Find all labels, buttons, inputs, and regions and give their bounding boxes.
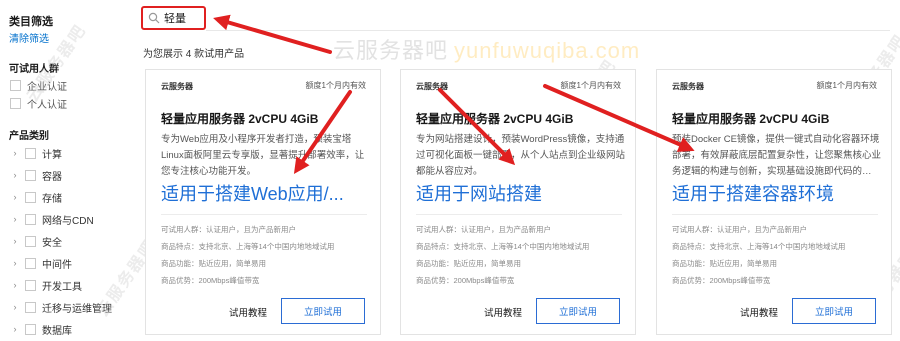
category-database[interactable]: › 数据库 [10, 322, 72, 337]
checkbox[interactable] [10, 79, 21, 91]
checkbox[interactable] [25, 213, 36, 225]
card-info-line: 可试用人群：认证用户，且为产品新用户 [416, 225, 551, 234]
filter-personal-auth[interactable]: 个人认证 [10, 96, 67, 111]
result-count: 为您展示 4 款试用产品 [143, 49, 245, 60]
category-label: 容器 [42, 171, 62, 183]
search-underline [206, 30, 890, 31]
card-description: 专为Web应用及小程序开发者打造，预装宝塔Linux面板阿里云专享版，显著提升部… [161, 134, 365, 177]
card-info-line: 商品特点：支持北京、上海等14个中国内地地域试用 [161, 242, 335, 251]
trial-tutorial-link[interactable]: 试用教程 [740, 305, 778, 319]
card-quota: 额度1个月内有效 [816, 81, 877, 90]
card-title: 轻量应用服务器 2vCPU 4GiB [161, 112, 319, 126]
checkbox[interactable] [25, 235, 36, 247]
divider [416, 214, 622, 215]
category-label: 存储 [42, 193, 62, 205]
category-security[interactable]: › 安全 [10, 234, 62, 249]
card-info-line: 可试用人群：认证用户，且为产品新用户 [672, 225, 807, 234]
trial-now-button[interactable]: 立即试用 [536, 298, 620, 324]
card-info-line: 商品优势：200Mbps峰值带宽 [672, 276, 771, 285]
category-storage[interactable]: › 存储 [10, 190, 62, 205]
card-info-line: 商品功能：贴近应用，简单易用 [672, 259, 777, 268]
clear-filters-link[interactable]: 清除筛选 [9, 30, 49, 45]
checkbox-label: 个人认证 [27, 99, 67, 111]
category-dev-tools[interactable]: › 开发工具 [10, 278, 82, 293]
chevron-right-icon[interactable]: › [10, 148, 20, 158]
category-label: 数据库 [42, 325, 72, 337]
chevron-right-icon[interactable]: › [10, 324, 20, 334]
divider [161, 214, 367, 215]
search-value: 轻量 [164, 13, 186, 25]
sidebar-title: 类目筛选 [9, 16, 53, 28]
checkbox[interactable] [25, 191, 36, 203]
category-compute[interactable]: › 计算 [10, 146, 62, 161]
product-card[interactable]: 云服务器 额度1个月内有效 轻量应用服务器 2vCPU 4GiB 专为Web应用… [145, 69, 381, 335]
checkbox[interactable] [25, 169, 36, 181]
product-card[interactable]: 云服务器 额度1个月内有效 轻量应用服务器 2vCPU 4GiB 预装Docke… [656, 69, 892, 335]
category-section-title: 产品类别 [9, 131, 49, 142]
checkbox-label: 企业认证 [27, 81, 67, 93]
checkbox[interactable] [10, 97, 21, 109]
category-label: 计算 [42, 149, 62, 161]
chevron-right-icon[interactable]: › [10, 258, 20, 268]
card-quota: 额度1个月内有效 [305, 81, 366, 90]
category-migration-ops[interactable]: › 迁移与运维管理 [10, 300, 112, 315]
category-label: 网络与CDN [42, 215, 94, 227]
category-middleware[interactable]: › 中间件 [10, 256, 72, 271]
category-label: 迁移与运维管理 [42, 303, 112, 315]
category-container[interactable]: › 容器 [10, 168, 62, 183]
trial-tutorial-link[interactable]: 试用教程 [229, 305, 267, 319]
card-highlight: 适用于网站搭建 [416, 184, 542, 204]
card-info-line: 商品特点：支持北京、上海等14个中国内地地域试用 [416, 242, 590, 251]
card-info-line: 可试用人群：认证用户，且为产品新用户 [161, 225, 296, 234]
category-label: 开发工具 [42, 281, 82, 293]
card-info-line: 商品优势：200Mbps峰值带宽 [416, 276, 515, 285]
chevron-right-icon[interactable]: › [10, 280, 20, 290]
trial-now-button[interactable]: 立即试用 [281, 298, 365, 324]
card-info-line: 商品功能：贴近应用，简单易用 [416, 259, 521, 268]
card-category: 云服务器 [672, 82, 704, 91]
filter-enterprise-auth[interactable]: 企业认证 [10, 78, 67, 93]
chevron-right-icon[interactable]: › [10, 236, 20, 246]
watermark-url: yunfuwuqiba.com [454, 38, 641, 63]
card-info-line: 商品功能：贴近应用，简单易用 [161, 259, 266, 268]
card-description: 专为网站搭建设计，预装WordPress镜像，支持通过可视化面板一键部署，从个人… [416, 134, 626, 177]
search-icon [148, 12, 160, 24]
category-label: 中间件 [42, 259, 72, 271]
card-quota: 额度1个月内有效 [560, 81, 621, 90]
trial-now-button[interactable]: 立即试用 [792, 298, 876, 324]
card-category: 云服务器 [416, 82, 448, 91]
chevron-right-icon[interactable]: › [10, 302, 20, 312]
category-network-cdn[interactable]: › 网络与CDN [10, 212, 94, 227]
watermark-text: 云服务器吧 [333, 38, 449, 63]
card-title: 轻量应用服务器 2vCPU 4GiB [672, 112, 830, 126]
category-label: 安全 [42, 237, 62, 249]
card-description: 预装Docker CE镜像，提供一键式自动化容器环境部署，有效屏蔽底层配置复杂性… [672, 134, 882, 177]
divider [672, 214, 878, 215]
watermark: 云服务器吧 yunfuwuqiba.com [333, 33, 640, 65]
trial-tutorial-link[interactable]: 试用教程 [484, 305, 522, 319]
card-info-line: 商品特点：支持北京、上海等14个中国内地地域试用 [672, 242, 846, 251]
checkbox[interactable] [25, 279, 36, 291]
checkbox[interactable] [25, 301, 36, 313]
filter-sidebar: 类目筛选 清除筛选 可试用人群 企业认证 个人认证 产品类别 › 计算 › 容器… [0, 0, 130, 341]
checkbox[interactable] [25, 147, 36, 159]
trial-section-title: 可试用人群 [9, 64, 59, 75]
search-input[interactable]: 轻量 [141, 6, 206, 30]
card-info-line: 商品优势：200Mbps峰值带宽 [161, 276, 260, 285]
checkbox[interactable] [25, 257, 36, 269]
card-highlight: 适用于搭建Web应用/... [161, 184, 344, 204]
chevron-right-icon[interactable]: › [10, 214, 20, 224]
card-title: 轻量应用服务器 2vCPU 4GiB [416, 112, 574, 126]
product-card[interactable]: 云服务器 额度1个月内有效 轻量应用服务器 2vCPU 4GiB 专为网站搭建设… [400, 69, 636, 335]
checkbox[interactable] [25, 323, 36, 335]
card-category: 云服务器 [161, 82, 193, 91]
card-highlight: 适用于搭建容器环境 [672, 184, 834, 204]
chevron-right-icon[interactable]: › [10, 192, 20, 202]
chevron-right-icon[interactable]: › [10, 170, 20, 180]
